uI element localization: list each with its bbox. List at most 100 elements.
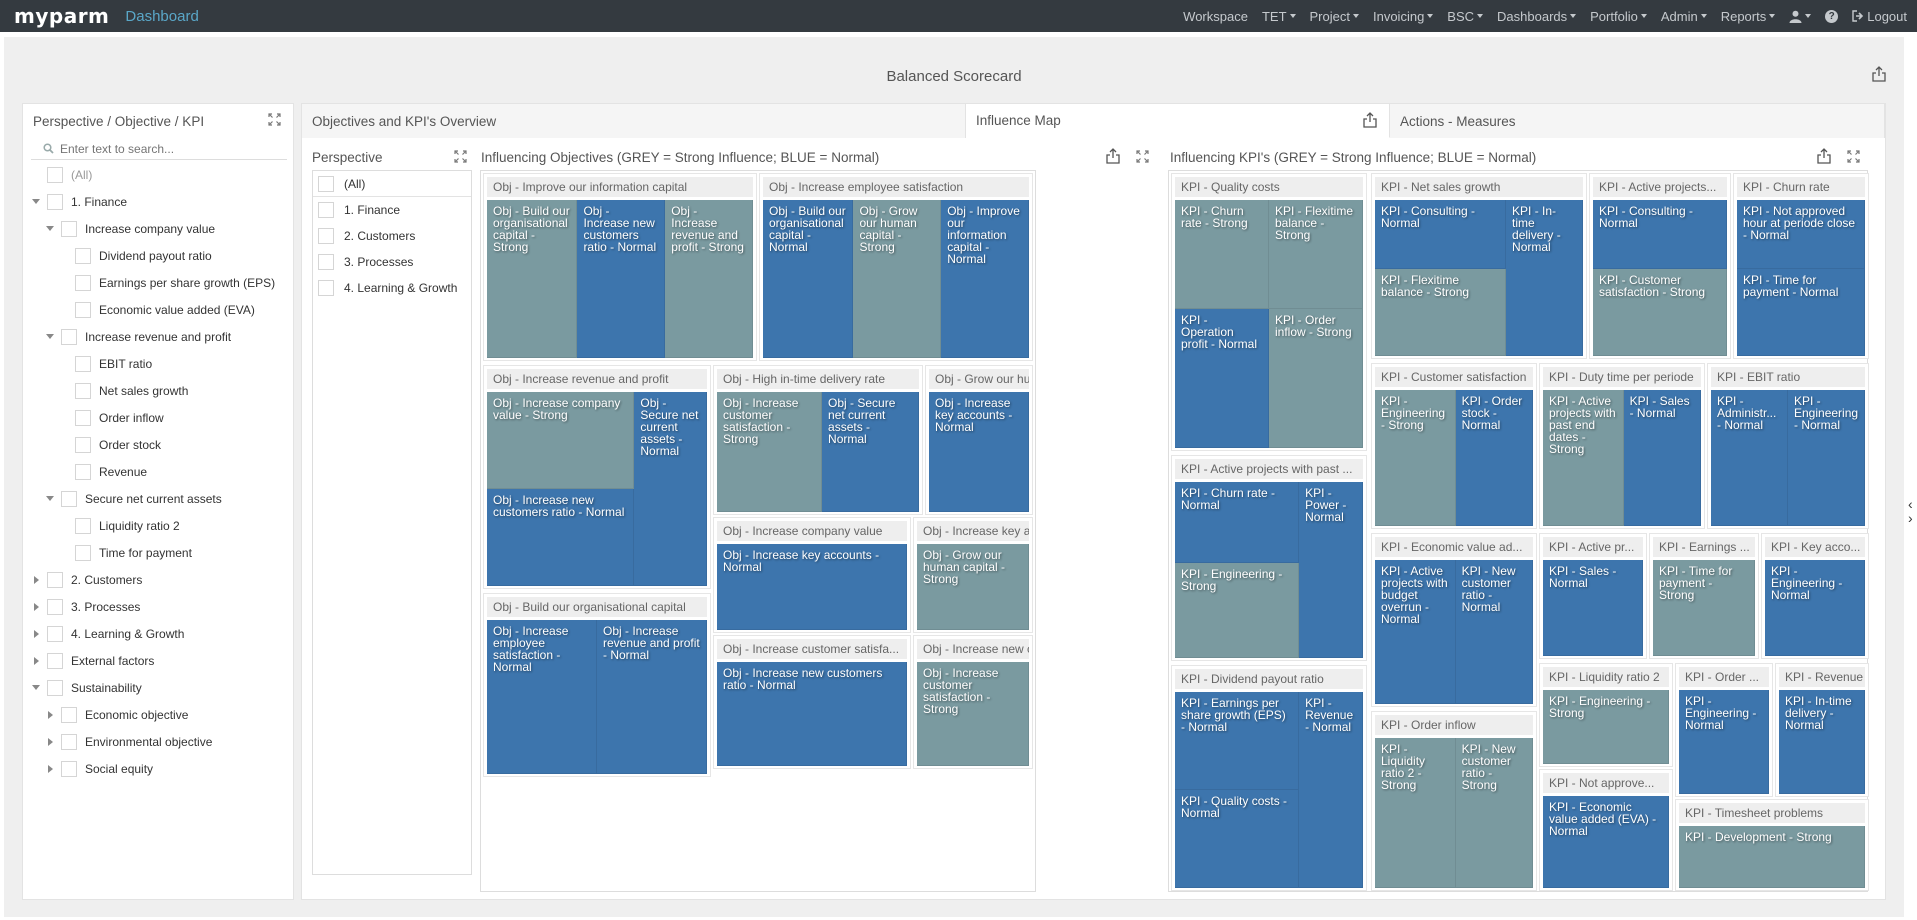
influence-tile-strong[interactable]: KPI - Flexitime balance - Strong [1269, 200, 1363, 310]
influence-tile-strong[interactable]: KPI - Active projects with past end date… [1543, 390, 1624, 526]
help-button[interactable]: ? [1825, 9, 1839, 23]
tab-actions-measures[interactable]: Actions - Measures [1390, 104, 1885, 138]
influence-tile-normal[interactable]: Obj - Increase new customers ratio - Nor… [487, 489, 635, 586]
group-title[interactable]: KPI - Key acco... [1765, 537, 1865, 557]
tree-item[interactable]: 1. Finance [23, 188, 293, 215]
perspective-item[interactable]: 2. Customers [313, 223, 471, 249]
tree-checkbox[interactable] [75, 247, 91, 264]
tree-item[interactable]: 3. Processes [23, 593, 293, 620]
group-title[interactable]: KPI - Economic value ad... [1375, 537, 1533, 557]
perspective-checkbox[interactable] [318, 227, 334, 244]
objectives-expand-button[interactable] [1136, 149, 1149, 166]
influence-tile-strong[interactable]: KPI - Engineering - Strong [1375, 390, 1456, 526]
nav-reports[interactable]: Reports [1721, 9, 1776, 24]
tree-checkbox[interactable] [75, 382, 91, 399]
tab-objectives-overview[interactable]: Objectives and KPI's Overview [302, 104, 966, 138]
group-title[interactable]: KPI - Customer satisfaction [1375, 367, 1533, 387]
group-title[interactable]: Obj - Build our organisational capital [487, 597, 707, 617]
group-title[interactable]: Obj - Increase employee satisfaction [763, 177, 1029, 197]
tree-item[interactable]: (All) [23, 161, 293, 188]
influence-tile-strong[interactable]: KPI - Development - Strong [1679, 826, 1865, 888]
influence-tile-normal[interactable]: Obj - Secure net current assets - Normal [634, 392, 707, 586]
tree-checkbox[interactable] [47, 625, 63, 642]
group-title[interactable]: KPI - Dividend payout ratio [1175, 669, 1363, 689]
influence-tile-normal[interactable]: KPI - Consulting - Normal [1593, 200, 1727, 269]
group-title[interactable]: KPI - Active projects... [1593, 177, 1727, 197]
influence-tile-normal[interactable]: KPI - In-time delivery - Normal [1506, 200, 1583, 356]
nav-invoicing[interactable]: Invoicing [1373, 9, 1434, 24]
influence-tile-strong[interactable]: KPI - Engineering - Strong [1175, 562, 1300, 658]
influence-tile-strong[interactable]: KPI - Churn rate - Strong [1175, 200, 1269, 310]
influence-tile-normal[interactable]: KPI - Sales - Normal [1543, 560, 1643, 656]
tree-checkbox[interactable] [75, 274, 91, 291]
brand-dashboard-link[interactable]: Dashboard [125, 8, 198, 25]
nav-admin[interactable]: Admin [1661, 9, 1707, 24]
tree-item[interactable]: Economic value added (EVA) [23, 296, 293, 323]
tree-checkbox[interactable] [75, 409, 91, 426]
expand-toggle-icon[interactable] [31, 629, 41, 639]
influence-tile-normal[interactable]: KPI - Earnings per share growth (EPS) - … [1175, 692, 1300, 790]
tree-checkbox[interactable] [61, 490, 77, 507]
influence-tile-normal[interactable]: Obj - Increase key accounts - Normal [717, 544, 907, 630]
perspective-item[interactable]: 4. Learning & Growth [313, 275, 471, 301]
tree-item[interactable]: Increase company value [23, 215, 293, 242]
tree-checkbox[interactable] [47, 193, 63, 210]
group-title[interactable]: KPI - Revenue [1779, 667, 1865, 687]
influence-tile-normal[interactable]: Obj - Secure net current assets - Normal [822, 392, 919, 512]
expand-toggle-icon[interactable] [31, 575, 41, 585]
expand-toggle-icon[interactable] [45, 737, 55, 747]
nav-portfolio[interactable]: Portfolio [1590, 9, 1647, 24]
tree-item[interactable]: Economic objective [23, 701, 293, 728]
influence-tile-normal[interactable]: Obj - Improve our information capital - … [941, 200, 1029, 358]
collapse-toggle-icon[interactable] [31, 683, 41, 693]
expand-toggle-icon[interactable] [31, 602, 41, 612]
group-title[interactable]: KPI - Net sales growth [1375, 177, 1583, 197]
user-menu[interactable] [1789, 10, 1812, 23]
influence-tile-normal[interactable]: Obj - Increase revenue and profit - Norm… [597, 620, 707, 774]
influence-tile-strong[interactable]: Obj - Increase customer satisfaction - S… [717, 392, 823, 512]
tree-item[interactable]: Increase revenue and profit [23, 323, 293, 350]
group-title[interactable]: Obj - High in-time delivery rate [717, 369, 919, 389]
nav-tet[interactable]: TET [1262, 9, 1296, 24]
logout-button[interactable]: Logout [1852, 9, 1907, 24]
influence-tile-strong[interactable]: KPI - Order inflow - Strong [1269, 309, 1363, 448]
tree-item[interactable]: Order inflow [23, 404, 293, 431]
influence-tile-normal[interactable]: KPI - In-time delivery - Normal [1779, 690, 1865, 794]
influence-tile-normal[interactable]: Obj - Increase key accounts - Normal [929, 392, 1029, 512]
influence-tile-strong[interactable]: KPI - Engineering - Strong [1543, 690, 1669, 764]
perspective-item[interactable]: (All) [313, 171, 471, 197]
influence-tile-normal[interactable]: Obj - Build our organisational capital -… [763, 200, 854, 358]
influence-tile-normal[interactable]: KPI - Churn rate - Normal [1175, 482, 1300, 563]
tree-checkbox[interactable] [75, 463, 91, 480]
influence-tile-normal[interactable]: KPI - Consulting - Normal [1375, 200, 1507, 269]
influence-tile-strong[interactable]: Obj - Build our organisational capital -… [487, 200, 578, 358]
chevron-right-icon[interactable]: › [1908, 511, 1913, 525]
influence-tile-normal[interactable]: KPI - Operation profit - Normal [1175, 309, 1269, 448]
group-title[interactable]: KPI - Quality costs [1175, 177, 1363, 197]
tree-item[interactable]: Environmental objective [23, 728, 293, 755]
influence-tile-normal[interactable]: KPI - Engineering - Normal [1679, 690, 1769, 794]
group-title[interactable]: Obj - Improve our information capital [487, 177, 753, 197]
perspective-expand-button[interactable] [454, 150, 467, 166]
perspective-checkbox[interactable] [318, 175, 334, 192]
tree-item[interactable]: Earnings per share growth (EPS) [23, 269, 293, 296]
tree-checkbox[interactable] [75, 436, 91, 453]
tree-checkbox[interactable] [61, 220, 77, 237]
influence-tile-normal[interactable]: KPI - Time for payment - Normal [1737, 268, 1865, 356]
tree-checkbox[interactable] [75, 301, 91, 318]
influence-tile-normal[interactable]: KPI - Sales - Normal [1623, 390, 1701, 526]
influence-tile-strong[interactable]: KPI - New customer ratio - Strong [1455, 738, 1533, 888]
group-title[interactable]: Obj - Increase key accounts [917, 521, 1029, 541]
perspective-item[interactable]: 1. Finance [313, 197, 471, 223]
influence-tile-normal[interactable]: KPI - Engineering - Normal [1765, 560, 1865, 656]
tree-item[interactable]: Time for payment [23, 539, 293, 566]
group-title[interactable]: Obj - Increase company value [717, 521, 907, 541]
tree-checkbox[interactable] [47, 166, 63, 183]
tree-checkbox[interactable] [47, 652, 63, 669]
influence-map-export-button[interactable] [1363, 112, 1377, 131]
tree-item[interactable]: Revenue [23, 458, 293, 485]
carousel-pager[interactable]: ‹ › [1908, 497, 1913, 525]
tree-search-input[interactable] [60, 141, 280, 156]
tab-influence-map[interactable]: Influence Map [966, 104, 1390, 138]
tree-item[interactable]: 2. Customers [23, 566, 293, 593]
